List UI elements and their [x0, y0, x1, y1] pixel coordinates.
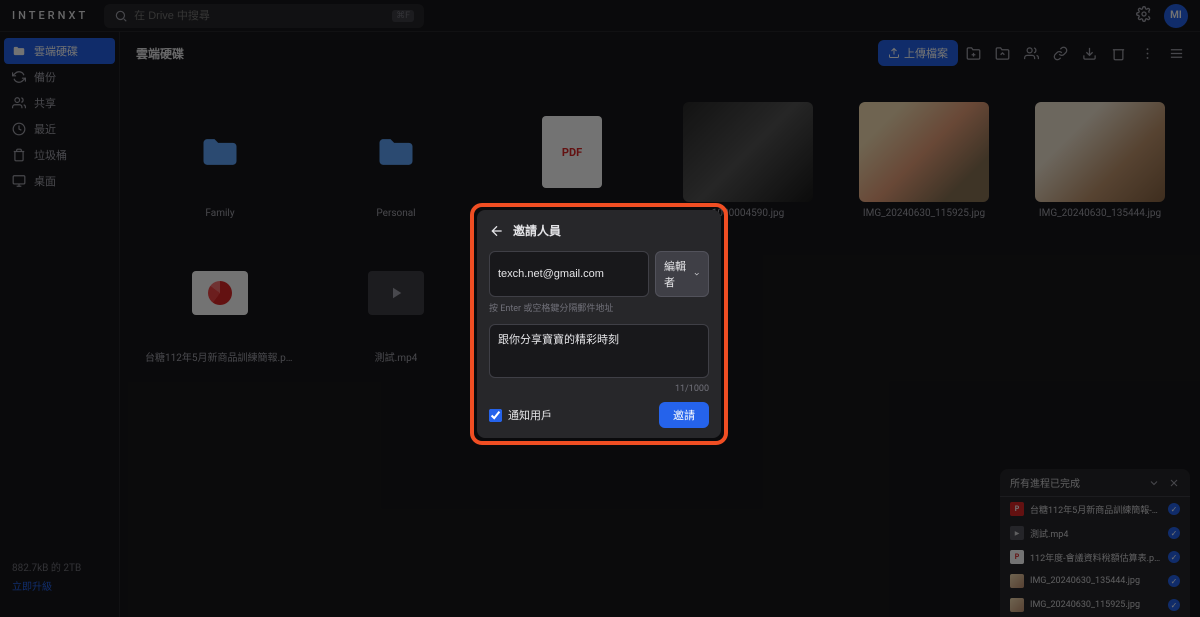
role-label: 編輯者: [664, 258, 689, 290]
invite-button[interactable]: 邀請: [659, 402, 709, 428]
chevron-down-icon: [693, 269, 700, 279]
dialog-highlight-border: 邀請人員 編輯者 按 Enter 或空格鍵分隔郵件地址 11/1000 通知用戶…: [470, 203, 728, 445]
char-counter: 11/1000: [489, 384, 709, 394]
role-dropdown[interactable]: 編輯者: [655, 251, 709, 297]
email-input[interactable]: [489, 251, 649, 297]
notify-checkbox[interactable]: [489, 409, 502, 422]
dialog-title: 邀請人員: [513, 222, 561, 239]
notify-label: 通知用戶: [508, 407, 552, 423]
notify-checkbox-wrap[interactable]: 通知用戶: [489, 407, 552, 423]
invite-dialog: 邀請人員 編輯者 按 Enter 或空格鍵分隔郵件地址 11/1000 通知用戶…: [477, 210, 721, 438]
back-arrow-icon[interactable]: [489, 223, 505, 239]
email-hint: 按 Enter 或空格鍵分隔郵件地址: [489, 301, 709, 314]
message-input[interactable]: [489, 324, 709, 378]
